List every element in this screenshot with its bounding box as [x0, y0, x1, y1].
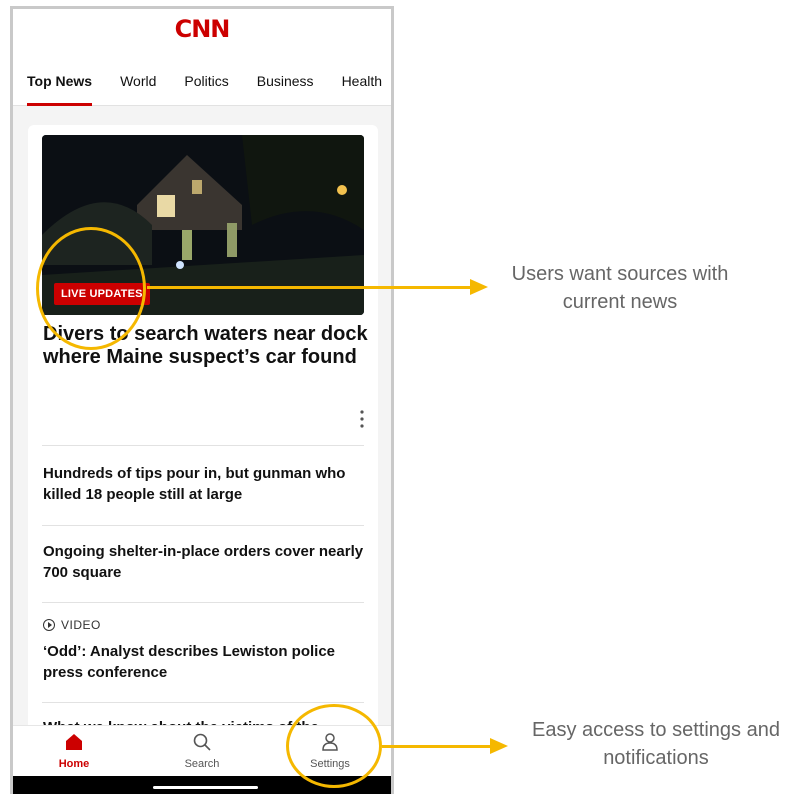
divider	[42, 602, 364, 603]
story-headline[interactable]: ‘Odd’: Analyst describes Lewiston police…	[43, 641, 373, 683]
news-card: LIVE UPDATES Divers to search waters nea…	[28, 125, 378, 785]
annotation-settings-access: Easy access to settings and notification…	[532, 719, 780, 769]
cnn-logo[interactable]: CNN	[13, 15, 391, 43]
divider	[42, 702, 364, 703]
annotation-current-news: Users want sources with current news	[511, 263, 729, 313]
nav-home[interactable]: Home	[34, 732, 114, 770]
highlight-circle-live-updates	[36, 227, 146, 350]
nav-search[interactable]: Search	[162, 732, 242, 770]
nav-home-label: Home	[58, 758, 90, 770]
search-icon	[193, 733, 211, 751]
section-tabs: Top News World Politics Business Health	[27, 73, 382, 106]
annotation-arrow-line	[382, 745, 492, 748]
phone-frame: CNN Top News World Politics Business Hea…	[10, 6, 394, 794]
tab-politics[interactable]: Politics	[184, 73, 228, 101]
tab-world[interactable]: World	[120, 73, 156, 101]
divider	[42, 525, 364, 526]
annotation-arrow-line	[147, 286, 472, 289]
play-circle-icon	[43, 619, 55, 631]
divider	[42, 445, 364, 446]
annotation-arrowhead	[490, 738, 508, 754]
story-headline[interactable]: Hundreds of tips pour in, but gunman who…	[43, 463, 373, 505]
home-icon	[66, 734, 82, 750]
story-headline[interactable]: Ongoing shelter-in-place orders cover ne…	[43, 541, 373, 583]
more-vertical-icon[interactable]	[354, 410, 370, 430]
tab-top-news[interactable]: Top News	[27, 73, 93, 106]
video-label: VIDEO	[43, 618, 101, 632]
tab-health[interactable]: Health	[342, 73, 382, 101]
highlight-circle-settings	[286, 704, 382, 788]
tab-business[interactable]: Business	[257, 73, 314, 101]
app-header: CNN Top News World Politics Business Hea…	[13, 9, 391, 106]
nav-search-label: Search	[184, 758, 220, 770]
video-kind-label: VIDEO	[61, 618, 101, 632]
